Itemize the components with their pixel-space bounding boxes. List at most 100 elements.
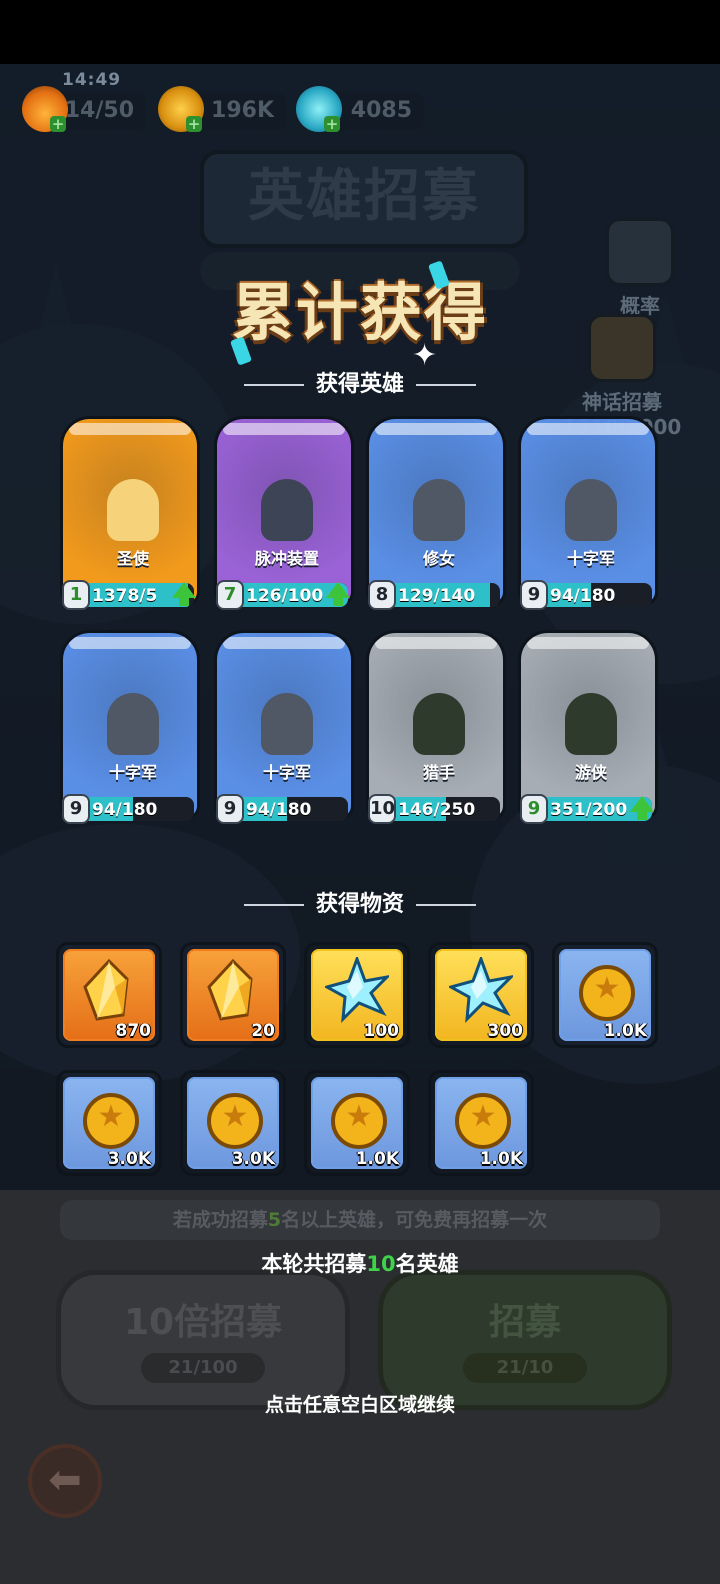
crystal-resource[interactable]: + 4085: [296, 86, 424, 132]
hero-name: 十字军: [262, 763, 311, 782]
gold-coin-icon: [331, 1093, 387, 1149]
hero-name: 十字军: [566, 549, 615, 568]
hero-level-badge: 9: [520, 580, 548, 610]
plus-icon[interactable]: +: [50, 116, 66, 132]
hero-level-badge: 1: [62, 580, 90, 610]
hero-name: 十字军: [108, 763, 157, 782]
item-quantity: 1.0K: [479, 1149, 523, 1169]
recruit-banner-title: 英雄招募: [200, 150, 528, 248]
crystal-value: 4085: [350, 98, 412, 123]
upgrade-arrow-stem: [333, 597, 343, 606]
gold-resource[interactable]: + 196K: [158, 86, 286, 132]
items-section-header: 获得物资: [0, 886, 720, 918]
frost-trim: [69, 423, 191, 435]
hero-level-badge: 8: [368, 580, 396, 610]
energy-resource[interactable]: + 14/50: [22, 86, 146, 132]
item-quantity: 1.0K: [603, 1021, 647, 1041]
blue-snowflake-gem-icon: [449, 957, 513, 1023]
gold-value: 196K: [211, 98, 274, 123]
blue-snowflake-gem-icon: [325, 957, 389, 1023]
items-section-title: 获得物资: [315, 892, 404, 917]
item-tile[interactable]: 1.0K: [552, 942, 658, 1048]
hero-card[interactable]: 修女 8 129/140: [366, 416, 506, 610]
status-bar-top: [0, 0, 720, 64]
hero-card[interactable]: 十字军 9 94/180: [518, 416, 658, 610]
item-tile[interactable]: 20: [180, 942, 286, 1048]
item-quantity: 3.0K: [107, 1149, 151, 1169]
recruit-summary: 本轮共招募10名英雄: [261, 1252, 459, 1276]
frost-trim: [375, 637, 497, 649]
hero-card[interactable]: 脉冲装置 7 126/100: [214, 416, 354, 610]
gold-coin-icon: [455, 1093, 511, 1149]
hero-card-frame: 十字军: [518, 416, 658, 606]
plus-icon[interactable]: +: [324, 116, 340, 132]
hero-card[interactable]: 猎手 10 146/250: [366, 630, 506, 824]
item-quantity: 100: [363, 1021, 400, 1041]
single-recruit-button[interactable]: 招募 21/10: [378, 1270, 672, 1410]
hero-card[interactable]: 十字军 9 94/180: [60, 630, 200, 824]
hero-level-badge: 9: [216, 794, 244, 824]
item-tile[interactable]: 300: [428, 942, 534, 1048]
upgrade-arrow-stem: [637, 811, 647, 820]
hero-card-frame: 十字军: [214, 630, 354, 820]
hero-card-frame: 圣使: [60, 416, 200, 606]
frost-trim: [223, 423, 345, 435]
hero-card[interactable]: 游侠 9 351/200: [518, 630, 658, 824]
hero-card-frame: 脉冲装置: [214, 416, 354, 606]
hero-name: 圣使: [116, 549, 149, 568]
hero-level-badge: 10: [368, 794, 396, 824]
hero-name: 修女: [422, 549, 455, 568]
item-tile[interactable]: 3.0K: [56, 1070, 162, 1176]
hero-shard-count: 146/250: [398, 800, 476, 820]
ten-recruit-label: 10倍招募: [123, 1302, 283, 1343]
frost-trim: [375, 423, 497, 435]
upgrade-arrow-icon: [630, 796, 654, 812]
hero-card[interactable]: 十字军 9 94/180: [214, 630, 354, 824]
hero-shard-count: 94/180: [92, 800, 158, 820]
hero-shard-count: 94/180: [550, 586, 616, 606]
item-tile[interactable]: 1.0K: [428, 1070, 534, 1176]
item-tile[interactable]: 3.0K: [180, 1070, 286, 1176]
hero-avatar: [413, 479, 465, 541]
hero-level-badge: 7: [216, 580, 244, 610]
hero-shard-count: 126/100: [246, 586, 324, 606]
hero-avatar: [261, 693, 313, 755]
plus-icon[interactable]: +: [186, 116, 202, 132]
hero-avatar: [565, 693, 617, 755]
hero-name: 游侠: [574, 763, 607, 782]
clock: 14:49: [62, 70, 122, 90]
item-quantity: 300: [487, 1021, 524, 1041]
hero-card-frame: 猎手: [366, 630, 506, 820]
hero-shard-count: 129/140: [398, 586, 476, 606]
hero-avatar: [565, 479, 617, 541]
back-arrow-button[interactable]: ⬅: [28, 1444, 102, 1518]
gold-coin-icon: [83, 1093, 139, 1149]
hero-level-badge: 9: [520, 794, 548, 824]
item-quantity: 20: [251, 1021, 275, 1041]
single-recruit-cost: 21/10: [463, 1353, 587, 1383]
hero-shard-count: 94/180: [246, 800, 312, 820]
hero-shard-count: 351/200: [550, 800, 628, 820]
ten-recruit-cost: 21/100: [141, 1353, 265, 1383]
gold-coin-icon: [579, 965, 635, 1021]
item-tile[interactable]: 870: [56, 942, 162, 1048]
hero-avatar: [261, 479, 313, 541]
item-tile[interactable]: 100: [304, 942, 410, 1048]
hero-avatar: [107, 693, 159, 755]
frost-trim: [69, 637, 191, 649]
upgrade-arrow-icon: [326, 582, 350, 598]
ten-recruit-button[interactable]: 10倍招募 21/100: [56, 1270, 350, 1410]
hero-level-badge: 9: [62, 794, 90, 824]
item-tile[interactable]: 1.0K: [304, 1070, 410, 1176]
hero-shard-count: 1378/5: [92, 586, 158, 606]
hero-card-frame: 游侠: [518, 630, 658, 820]
tap-to-continue[interactable]: 点击任意空白区域继续: [0, 1390, 720, 1417]
gold-crystal-icon: [83, 958, 129, 1021]
heroes-section-header: 获得英雄: [0, 366, 720, 398]
hero-card-frame: 修女: [366, 416, 506, 606]
popup-title: 累计获得: [231, 276, 488, 349]
hero-card[interactable]: 圣使 1 1378/5: [60, 416, 200, 610]
upgrade-arrow-stem: [179, 597, 189, 606]
item-quantity: 3.0K: [231, 1149, 275, 1169]
hero-avatar: [107, 479, 159, 541]
